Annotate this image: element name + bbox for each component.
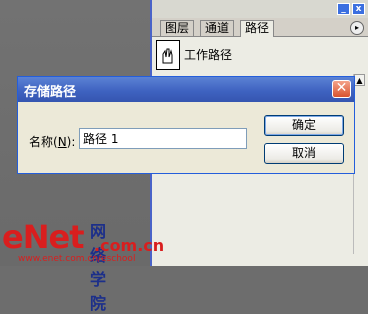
tab-layers[interactable]: 图层 [160,20,195,36]
tab-paths[interactable]: 路径 [240,20,275,37]
minimize-button[interactable]: _ [337,3,350,15]
name-label-suffix: ): [66,135,76,149]
name-field-label: 名称(N): [29,133,75,150]
watermark-chinese: 网络学院 [90,222,109,313]
watermark-brand: eNet [2,218,84,256]
path-name-input[interactable] [79,128,247,149]
dialog-title: 存储路径 [24,85,77,100]
dialog-titlebar[interactable]: 存储路径 ✕ [18,77,354,102]
ok-button[interactable]: 确定 [264,115,344,136]
tab-channels[interactable]: 通道 [200,20,235,36]
close-panel-button[interactable]: x [352,3,365,15]
panel-tabs: 图层 通道 路径 ▸ [152,18,368,37]
path-list-item[interactable]: 工作路径 [156,40,364,70]
watermark-url: www.enet.com.cn/eschool [18,254,136,264]
panel-header: _ x [152,0,368,18]
name-label-prefix: 名称( [29,135,58,149]
path-shape-icon [162,48,173,64]
name-label-hotkey: N [57,135,67,149]
path-item-label: 工作路径 [184,48,233,62]
panel-menu-button[interactable]: ▸ [350,21,364,35]
path-thumbnail [156,40,180,70]
watermark-domain: .com.cn [94,236,165,255]
dialog-close-button[interactable]: ✕ [332,80,351,98]
save-path-dialog: 存储路径 ✕ 名称(N): 确定 取消 [17,76,355,174]
scroll-up-arrow-icon[interactable]: ▲ [354,74,365,86]
cancel-button[interactable]: 取消 [264,143,344,164]
